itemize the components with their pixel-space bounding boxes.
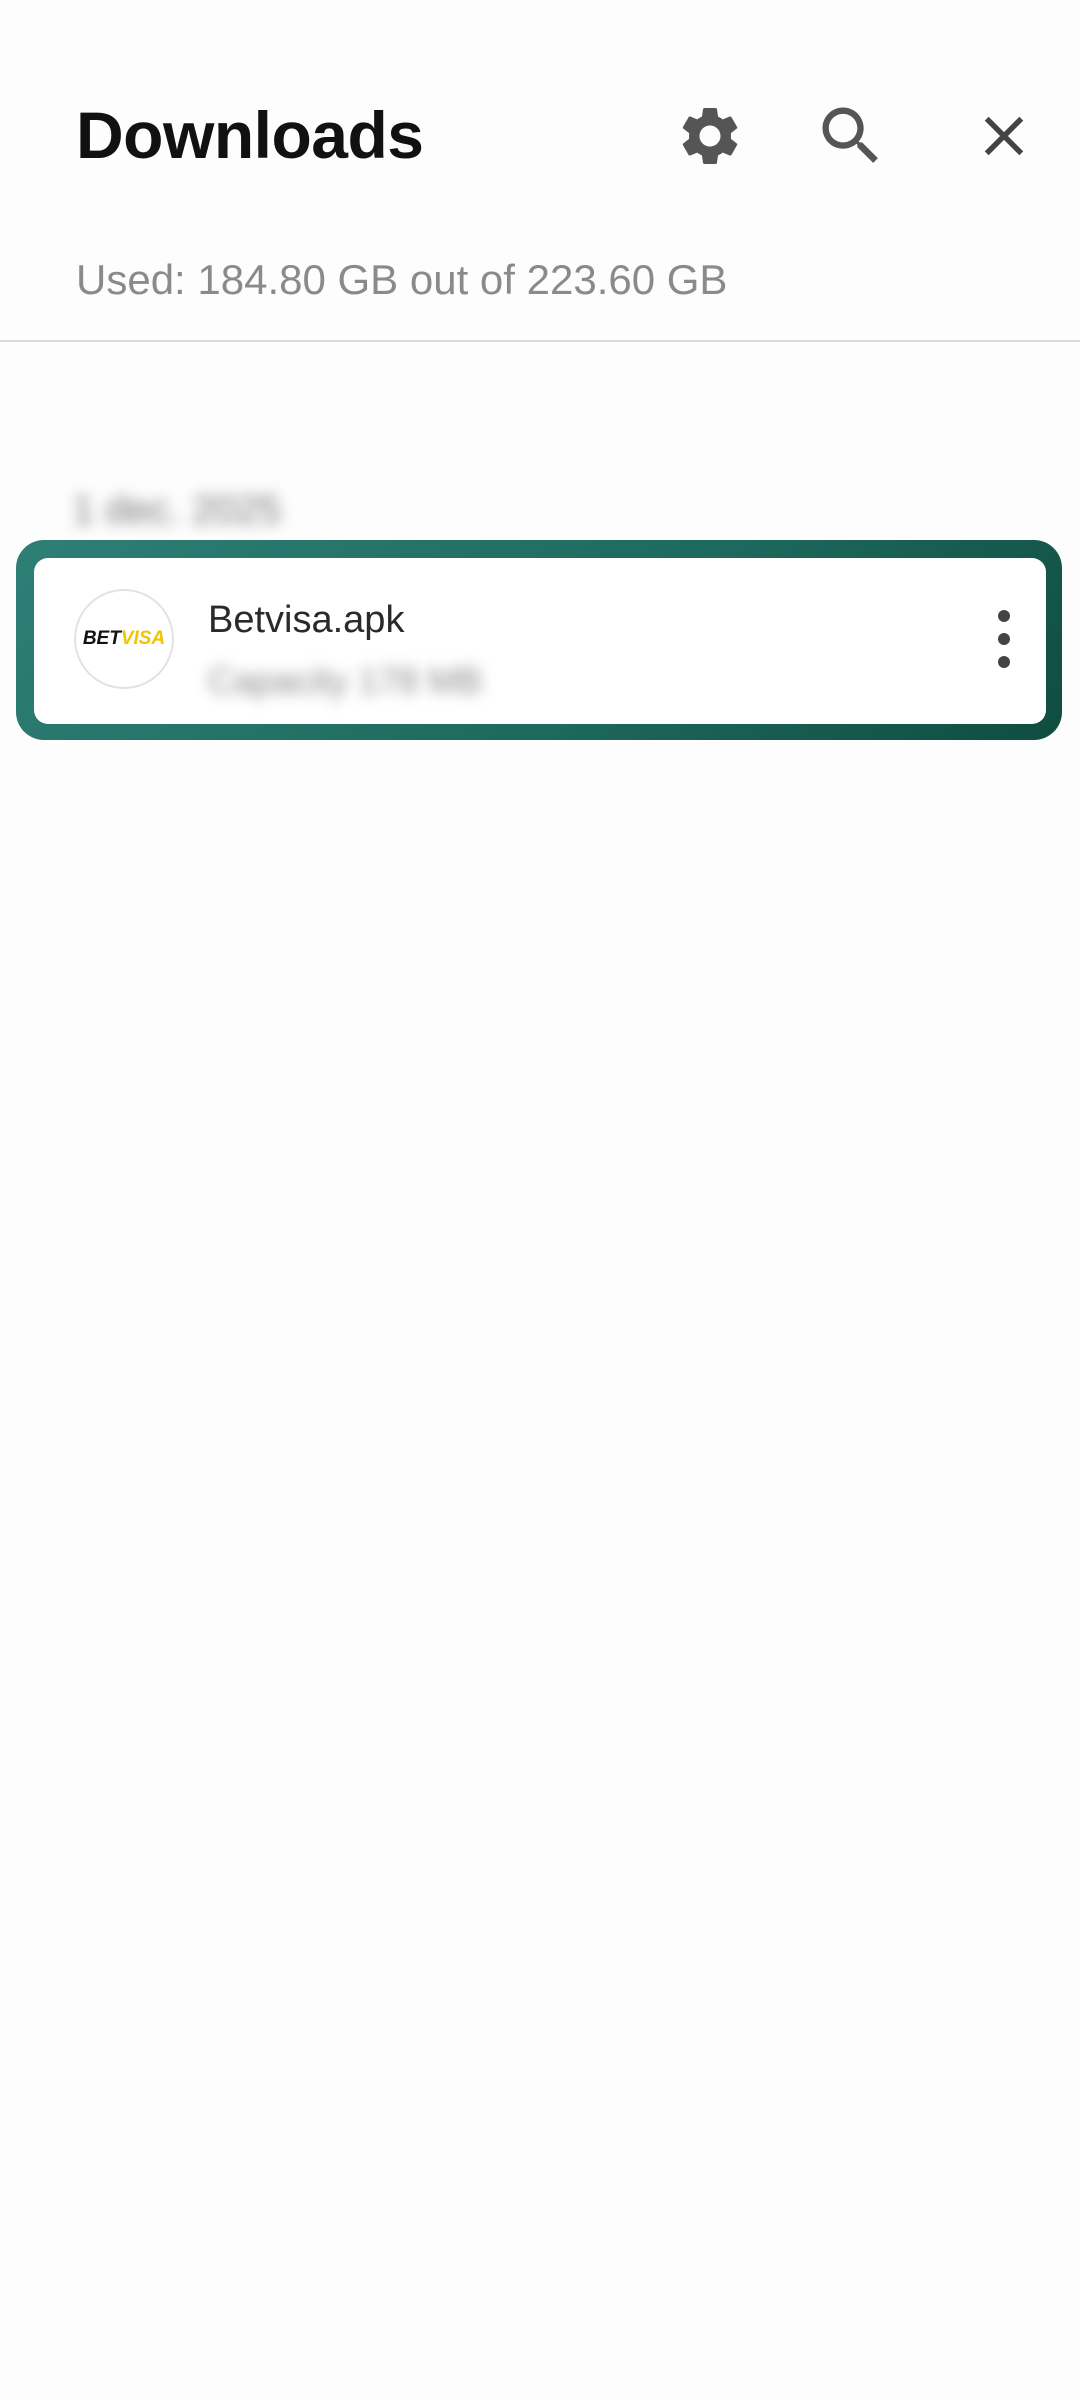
more-options-button[interactable]	[980, 604, 1028, 674]
file-meta: Capacity 178 MB	[208, 660, 483, 701]
search-button[interactable]	[803, 88, 899, 184]
close-button[interactable]	[956, 88, 1052, 184]
date-section-header: 1 dec. 2025	[72, 488, 282, 532]
storage-usage-text: Used: 184.80 GB out of 223.60 GB	[76, 256, 728, 303]
search-icon	[822, 107, 878, 163]
betvisa-logo: BETVISA	[82, 628, 166, 649]
download-list-item[interactable]	[34, 558, 1046, 724]
file-name: Betvisa.apk	[208, 599, 405, 641]
more-vertical-icon	[998, 610, 1010, 668]
gear-icon	[682, 108, 738, 164]
page-title: Downloads	[76, 98, 424, 172]
close-icon	[984, 116, 1024, 156]
settings-button[interactable]	[662, 88, 758, 184]
header-divider	[0, 340, 1080, 342]
app-header: Downloads Used: 184.80 GB out of 223.60 …	[0, 0, 1080, 342]
file-thumbnail: BETVISA	[74, 589, 174, 689]
